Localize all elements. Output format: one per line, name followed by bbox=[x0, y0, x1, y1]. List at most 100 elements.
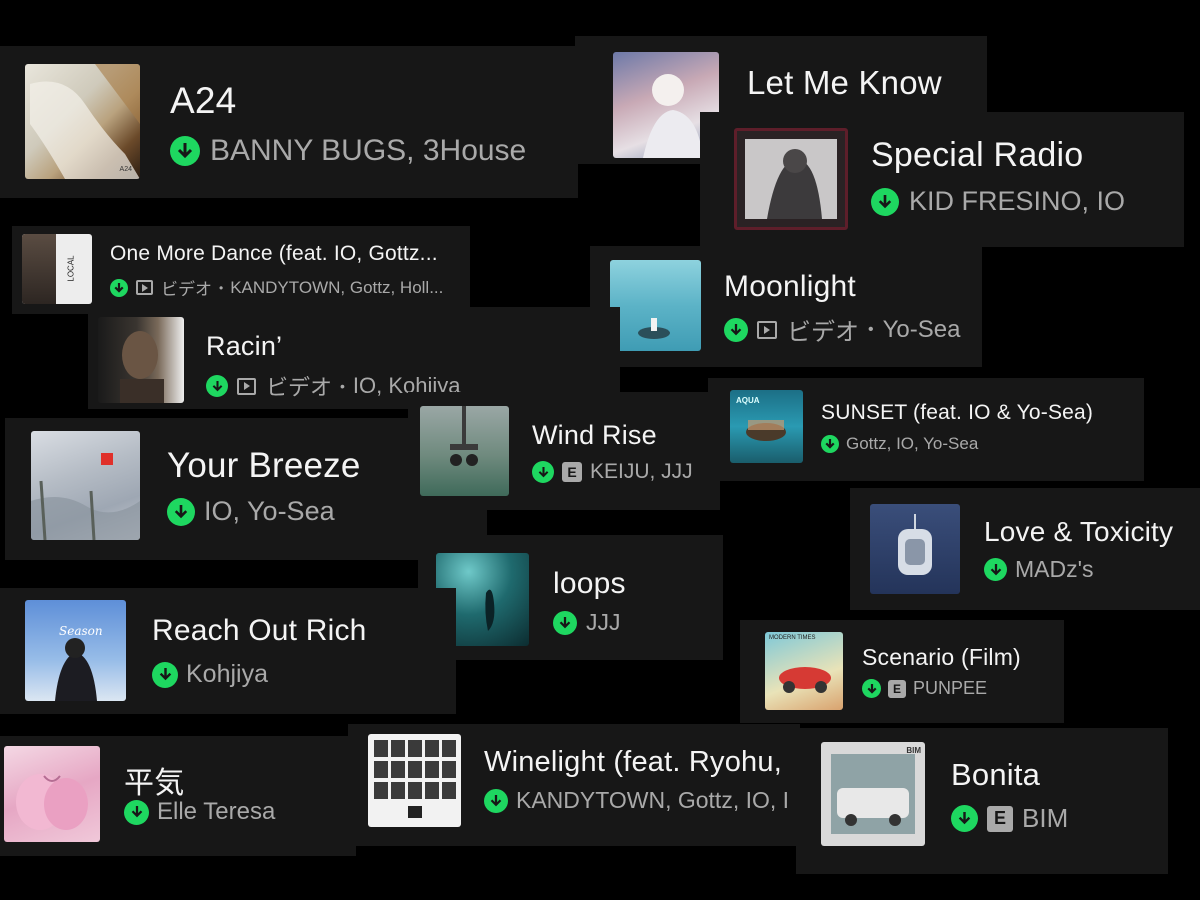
album-art-bonita[interactable]: BIM bbox=[821, 742, 925, 846]
album-art-love-toxicity[interactable] bbox=[870, 504, 960, 594]
album-art-text: Season bbox=[59, 624, 103, 638]
track-meta: KID FRESINO, IO bbox=[871, 186, 1125, 217]
track-meta: E KEIJU, JJJ bbox=[532, 460, 693, 484]
album-art-text: BIM bbox=[906, 746, 921, 755]
track-meta: Gottz, IO, Yo-Sea bbox=[821, 434, 978, 454]
track-title: Love & Toxicity bbox=[984, 516, 1174, 547]
track-meta: BANNY BUGS, 3House bbox=[170, 134, 526, 168]
video-icon bbox=[136, 280, 153, 295]
track-title: One More Dance (feat. IO, Gottz... bbox=[110, 242, 438, 265]
track-title: Special Radio bbox=[871, 136, 1084, 174]
track-meta: E PUNPEE bbox=[862, 678, 987, 699]
track-artists[interactable]: MADz's bbox=[1015, 556, 1094, 583]
track-meta: JJJ bbox=[553, 609, 621, 636]
album-art-text: A24 bbox=[119, 166, 132, 173]
track-title: A24 bbox=[170, 80, 237, 121]
track-card-loops[interactable]: loops JJJ bbox=[418, 535, 723, 660]
track-title: 平気 bbox=[124, 767, 185, 800]
track-card-moonlight[interactable]: Moonlight ビデオ • Yo-Sea bbox=[590, 246, 982, 367]
track-title: loops bbox=[553, 567, 626, 600]
track-title: Bonita bbox=[951, 757, 1041, 792]
download-icon bbox=[532, 461, 554, 483]
album-art-text: LOCAL bbox=[66, 255, 76, 282]
track-meta: ビデオ • KANDYTOWN, Gottz, Holl... bbox=[110, 275, 443, 300]
album-art-heiki[interactable] bbox=[4, 746, 100, 842]
album-art-sunset[interactable]: AQUA bbox=[730, 390, 803, 463]
track-artists[interactable]: Kohjiya bbox=[186, 660, 268, 689]
track-title: Wind Rise bbox=[532, 420, 657, 450]
track-title: Let Me Know bbox=[747, 64, 942, 101]
download-icon bbox=[206, 375, 228, 397]
download-icon bbox=[821, 435, 839, 453]
track-artists[interactable]: KANDYTOWN, Gottz, IO, I bbox=[516, 787, 789, 814]
track-card-bonita[interactable]: BIM Bonita E BIM bbox=[796, 728, 1168, 874]
album-art-wind-rise[interactable] bbox=[420, 406, 509, 496]
download-icon bbox=[170, 136, 200, 166]
track-meta: KANDYTOWN, Gottz, IO, I bbox=[484, 787, 789, 814]
album-art-one-more-dance[interactable]: LOCAL bbox=[22, 234, 92, 304]
track-meta: Kohjiya bbox=[152, 660, 268, 689]
download-icon bbox=[862, 679, 881, 698]
video-icon bbox=[757, 320, 777, 339]
download-icon bbox=[984, 558, 1007, 581]
track-meta: Elle Teresa bbox=[124, 798, 275, 826]
track-artists[interactable]: Elle Teresa bbox=[157, 798, 275, 826]
video-label: ビデオ bbox=[266, 375, 333, 400]
track-meta: ビデオ • Yo-Sea bbox=[724, 312, 960, 347]
track-title: SUNSET (feat. IO & Yo-Sea) bbox=[821, 401, 1094, 424]
album-art-a24[interactable]: A24 bbox=[25, 64, 140, 179]
track-title: Reach Out Rich bbox=[152, 614, 367, 647]
track-meta: E BIM bbox=[951, 803, 1068, 834]
explicit-badge: E bbox=[987, 805, 1013, 832]
track-artists[interactable]: JJJ bbox=[586, 609, 621, 636]
track-artists[interactable]: IO, Yo-Sea bbox=[204, 496, 335, 527]
track-meta: IO, Yo-Sea bbox=[167, 496, 335, 527]
download-icon bbox=[871, 187, 899, 216]
track-artists[interactable]: KID FRESINO, IO bbox=[909, 186, 1125, 217]
album-art-racin[interactable] bbox=[98, 317, 184, 403]
track-card-heiki[interactable]: 平気 Elle Teresa bbox=[0, 736, 356, 856]
video-label: ビデオ bbox=[787, 319, 859, 346]
track-card-winelight[interactable]: Winelight (feat. Ryohu, KANDYTOWN, Gottz… bbox=[348, 724, 800, 846]
track-card-special-radio[interactable]: Special Radio KID FRESINO, IO bbox=[700, 112, 1184, 247]
track-artists[interactable]: Gottz, IO, Yo-Sea bbox=[846, 434, 978, 454]
album-art-your-breeze[interactable] bbox=[31, 431, 140, 540]
track-title: Scenario (Film) bbox=[862, 644, 1021, 670]
track-artists[interactable]: BIM bbox=[1022, 803, 1068, 834]
explicit-badge: E bbox=[562, 462, 582, 482]
track-title: Your Breeze bbox=[167, 446, 361, 485]
album-art-reach-out-rich[interactable]: Season bbox=[25, 600, 126, 701]
download-icon bbox=[553, 610, 577, 635]
track-title: Racin’ bbox=[206, 331, 283, 361]
album-art-scenario[interactable]: MODERN TIMES bbox=[765, 632, 843, 710]
video-label: ビデオ bbox=[161, 280, 212, 299]
track-artists[interactable]: Yo-Sea bbox=[883, 316, 961, 344]
download-icon bbox=[124, 799, 149, 825]
album-art-text: AQUA bbox=[736, 396, 760, 405]
separator: • bbox=[868, 320, 874, 338]
download-icon bbox=[951, 805, 978, 832]
download-icon bbox=[152, 661, 178, 688]
track-meta: MADz's bbox=[984, 556, 1094, 583]
album-art-special-radio[interactable] bbox=[734, 128, 848, 230]
video-icon bbox=[237, 377, 256, 395]
track-card-one-more-dance[interactable]: LOCAL One More Dance (feat. IO, Gottz...… bbox=[12, 226, 470, 314]
track-card-reach-out-rich[interactable]: Season Reach Out Rich Kohjiya bbox=[0, 588, 456, 714]
separator: • bbox=[219, 280, 224, 295]
track-card-a24[interactable]: A24 A24 BANNY BUGS, 3House bbox=[0, 46, 578, 198]
track-card-love-toxicity[interactable]: Love & Toxicity MADz's bbox=[850, 488, 1200, 610]
track-artists[interactable]: KANDYTOWN, Gottz, Holl... bbox=[230, 278, 443, 298]
download-icon bbox=[110, 278, 128, 297]
track-card-scenario[interactable]: MODERN TIMES Scenario (Film) E PUNPEE bbox=[740, 620, 1064, 723]
explicit-badge: E bbox=[888, 679, 906, 698]
track-artists[interactable]: BANNY BUGS, 3House bbox=[210, 134, 526, 168]
separator: • bbox=[340, 378, 345, 394]
track-card-sunset[interactable]: AQUA SUNSET (feat. IO & Yo-Sea) Gottz, I… bbox=[708, 378, 1144, 481]
download-icon bbox=[167, 497, 195, 526]
album-art-winelight[interactable] bbox=[368, 734, 461, 827]
album-art-moonlight[interactable] bbox=[610, 260, 701, 351]
track-artists[interactable]: PUNPEE bbox=[913, 678, 987, 699]
download-icon bbox=[484, 788, 508, 813]
track-artists[interactable]: KEIJU, JJJ bbox=[590, 460, 693, 484]
track-card-wind-rise[interactable]: Wind Rise E KEIJU, JJJ bbox=[408, 392, 720, 510]
